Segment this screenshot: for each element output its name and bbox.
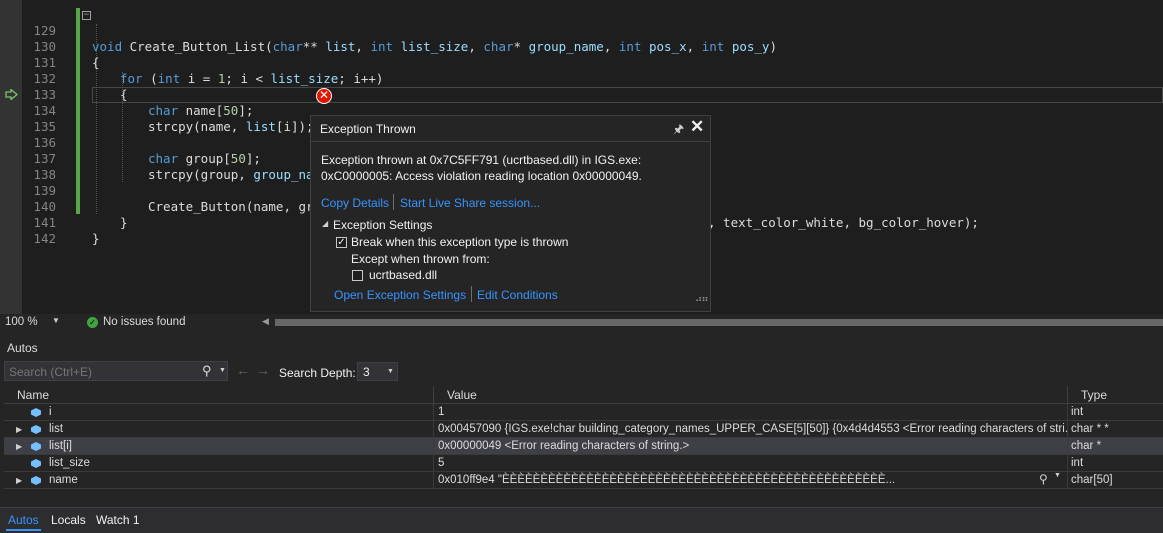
value-cell[interactable]: 0x00457090 {IGS.exe!char building_catego… xyxy=(434,421,1068,438)
code-editor[interactable]: − 129 void Create_Button_List(char** lis… xyxy=(0,0,1163,314)
code-line: 133 char name[50]; xyxy=(0,71,1163,118)
zoom-level[interactable]: 100 % xyxy=(5,316,38,328)
ucrtbased-checkbox-label[interactable]: ucrtbased.dll xyxy=(369,268,437,282)
tab-locals[interactable]: Locals xyxy=(51,513,86,527)
tab-autos[interactable]: Autos xyxy=(8,513,39,527)
break-checkbox-label[interactable]: Break when this exception type is thrown xyxy=(351,235,568,249)
search-icon[interactable]: ⚲ xyxy=(202,363,212,379)
pin-icon[interactable]: 🖈︎ xyxy=(673,120,684,141)
resize-grip-icon[interactable]: ⠴⠶ xyxy=(695,294,709,305)
copy-details-link[interactable]: Copy Details xyxy=(321,196,389,210)
search-depth-select[interactable]: 3 ▼ xyxy=(357,362,398,381)
table-row[interactable]: ▶ name 0x010ff9e4 "ÈÈÈÈÈÈÈÈÈÈÈÈÈÈÈÈÈÈÈÈÈ… xyxy=(4,472,1163,489)
code-line: 134 strcpy(name, list[i]); xyxy=(0,87,1163,134)
name-cell: ▶ list[i] xyxy=(4,438,434,455)
variable-name: list xyxy=(49,423,64,435)
tab-watch-1[interactable]: Watch 1 xyxy=(96,513,140,527)
table-row[interactable]: i 1 int xyxy=(4,404,1163,421)
line-number: 142 xyxy=(33,231,56,246)
value-cell[interactable]: 0x010ff9e4 "ÈÈÈÈÈÈÈÈÈÈÈÈÈÈÈÈÈÈÈÈÈÈÈÈÈÈÈÈ… xyxy=(434,472,1068,489)
variable-name: list[i] xyxy=(49,440,72,452)
debug-window-tabs: Autos Locals Watch 1 xyxy=(0,507,1163,533)
value-cell[interactable]: 5 xyxy=(434,455,1068,472)
table-row[interactable]: list_size 5 int xyxy=(4,455,1163,472)
column-header-value[interactable]: Value xyxy=(434,386,1068,404)
divider xyxy=(311,141,710,142)
horizontal-scrollbar[interactable] xyxy=(275,319,1163,326)
text-visualizer-search-icon[interactable]: ⚲ xyxy=(1039,472,1048,486)
open-exception-settings-link[interactable]: Open Exception Settings xyxy=(334,288,466,302)
code-text: } xyxy=(92,231,100,246)
autos-window: Autos ⚲ ▼ ← → Search Depth: 3 ▼ Name Val… xyxy=(0,331,1163,533)
chevron-down-icon[interactable]: ▼ xyxy=(387,368,394,375)
variable-name: name xyxy=(49,474,78,486)
exception-popup: Exception Thrown 🖈︎ ✕ Exception thrown a… xyxy=(310,115,711,312)
code-line: 129 void Create_Button_List(char** list,… xyxy=(0,7,1163,54)
exception-popup-title: Exception Thrown xyxy=(320,122,416,136)
expand-icon[interactable]: ▶ xyxy=(16,421,22,438)
value-text: 0x010ff9e4 "ÈÈÈÈÈÈÈÈÈÈÈÈÈÈÈÈÈÈÈÈÈÈÈÈÈÈÈÈ… xyxy=(438,474,896,486)
type-cell: int xyxy=(1071,457,1084,469)
search-forward-arrow-icon[interactable]: → xyxy=(256,362,270,378)
column-header-name[interactable]: Name xyxy=(4,386,434,404)
code-line: 132 { xyxy=(0,55,1163,102)
except-when-label: Except when thrown from: xyxy=(351,252,490,266)
name-cell: ▶ name xyxy=(4,472,434,489)
variable-name: i xyxy=(49,406,52,418)
search-box[interactable]: ⚲ ▼ xyxy=(4,361,228,381)
search-depth-value: 3 xyxy=(363,365,370,379)
exception-settings-header[interactable]: Exception Settings xyxy=(333,218,432,232)
exception-message-line1: Exception thrown at 0x7C5FF791 (ucrtbase… xyxy=(321,153,642,167)
column-header-type[interactable]: Type xyxy=(1068,386,1163,404)
search-options-dropdown-icon[interactable]: ▼ xyxy=(219,367,226,374)
search-depth-label: Search Depth: xyxy=(279,366,356,380)
expand-icon[interactable]: ▶ xyxy=(16,438,22,455)
variable-icon xyxy=(31,408,41,417)
value-cell[interactable]: 1 xyxy=(434,404,1068,421)
exception-error-icon[interactable]: ✕ xyxy=(316,88,332,104)
visualizer-dropdown-icon[interactable]: ▼ xyxy=(1054,472,1061,479)
check-circle-icon: ✓ xyxy=(87,317,98,328)
editor-status-bar: 100 % ▼ ✓ No issues found ◀ xyxy=(0,314,1163,331)
name-cell: i xyxy=(4,404,434,421)
search-back-arrow-icon[interactable]: ← xyxy=(236,362,250,378)
autos-title: Autos xyxy=(7,341,38,355)
type-cell: char[50] xyxy=(1071,474,1113,486)
divider xyxy=(393,194,394,210)
type-cell: char * * xyxy=(1071,423,1109,435)
table-row-selected[interactable]: ▶ list[i] 0x00000049 <Error reading char… xyxy=(4,438,1163,455)
type-cell: int xyxy=(1071,406,1084,418)
code-line: 130 { xyxy=(0,23,1163,70)
live-share-link[interactable]: Start Live Share session... xyxy=(400,196,540,210)
autos-grid: Name Value Type i 1 int ▶ list 0x0045709… xyxy=(4,386,1163,491)
code-line: 131 for (int i = 1; i < list_size; i++) xyxy=(0,39,1163,86)
divider xyxy=(471,286,472,302)
scroll-left-icon[interactable]: ◀ xyxy=(262,316,269,327)
issues-status[interactable]: No issues found xyxy=(103,316,185,328)
break-checkbox[interactable]: ✓ xyxy=(336,237,347,248)
variable-name: list_size xyxy=(49,457,90,469)
type-cell: char * xyxy=(1071,440,1102,452)
variable-icon xyxy=(31,459,41,468)
table-row[interactable]: ▶ list 0x00457090 {IGS.exe!char building… xyxy=(4,421,1163,438)
value-cell[interactable]: 0x00000049 <Error reading characters of … xyxy=(434,438,1068,455)
ucrtbased-checkbox[interactable] xyxy=(352,270,363,281)
close-icon[interactable]: ✕ xyxy=(690,117,704,137)
search-input[interactable] xyxy=(9,365,199,379)
active-tab-indicator xyxy=(6,529,41,531)
variable-icon xyxy=(31,476,41,485)
name-cell: ▶ list xyxy=(4,421,434,438)
expand-icon[interactable]: ▶ xyxy=(16,472,22,489)
edit-conditions-link[interactable]: Edit Conditions xyxy=(477,288,558,302)
collapse-triangle-icon[interactable]: ◢ xyxy=(322,219,328,228)
variable-icon xyxy=(31,425,41,434)
exception-message-line2: 0xC0000005: Access violation reading loc… xyxy=(321,169,642,183)
name-cell: list_size xyxy=(4,455,434,472)
variable-icon xyxy=(31,442,41,451)
zoom-dropdown-icon[interactable]: ▼ xyxy=(52,316,60,325)
